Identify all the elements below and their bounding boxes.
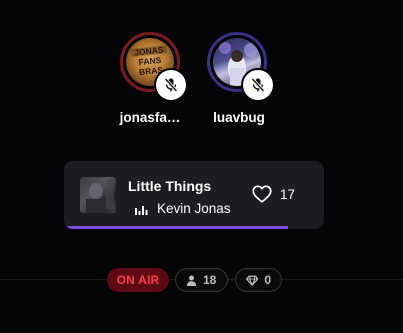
track-artist: Kevin Jonas — [157, 201, 231, 216]
listeners-count-pill[interactable]: 18 — [175, 268, 228, 292]
listeners-count: 18 — [203, 273, 217, 287]
like-count: 17 — [280, 187, 296, 202]
speaker-luavbug[interactable]: luavbug — [199, 32, 279, 132]
speaker-jonasfans[interactable]: JONAS FANS BRAS jonasfa… — [112, 32, 192, 132]
now-playing-card[interactable]: Little Things Kevin Jonas 17 — [64, 161, 324, 229]
gems-count: 0 — [264, 273, 271, 287]
speaker-name: jonasfa… — [119, 110, 181, 125]
track-progress-bar — [64, 226, 324, 229]
equalizer-icon — [135, 205, 148, 215]
speaker-name: luavbug — [213, 110, 265, 125]
on-air-badge: ON AIR — [107, 268, 169, 292]
heart-icon[interactable] — [251, 183, 273, 205]
mic-off-icon — [243, 70, 273, 100]
person-icon — [186, 275, 197, 286]
track-title: Little Things — [128, 178, 212, 194]
track-progress-fill — [64, 226, 288, 229]
gems-count-pill[interactable]: 0 — [235, 268, 282, 292]
room-stage: JONAS FANS BRAS jonasfa… luavbug Little … — [0, 0, 403, 333]
mic-off-icon — [156, 70, 186, 100]
album-art — [80, 177, 116, 213]
diamond-icon — [246, 275, 259, 286]
